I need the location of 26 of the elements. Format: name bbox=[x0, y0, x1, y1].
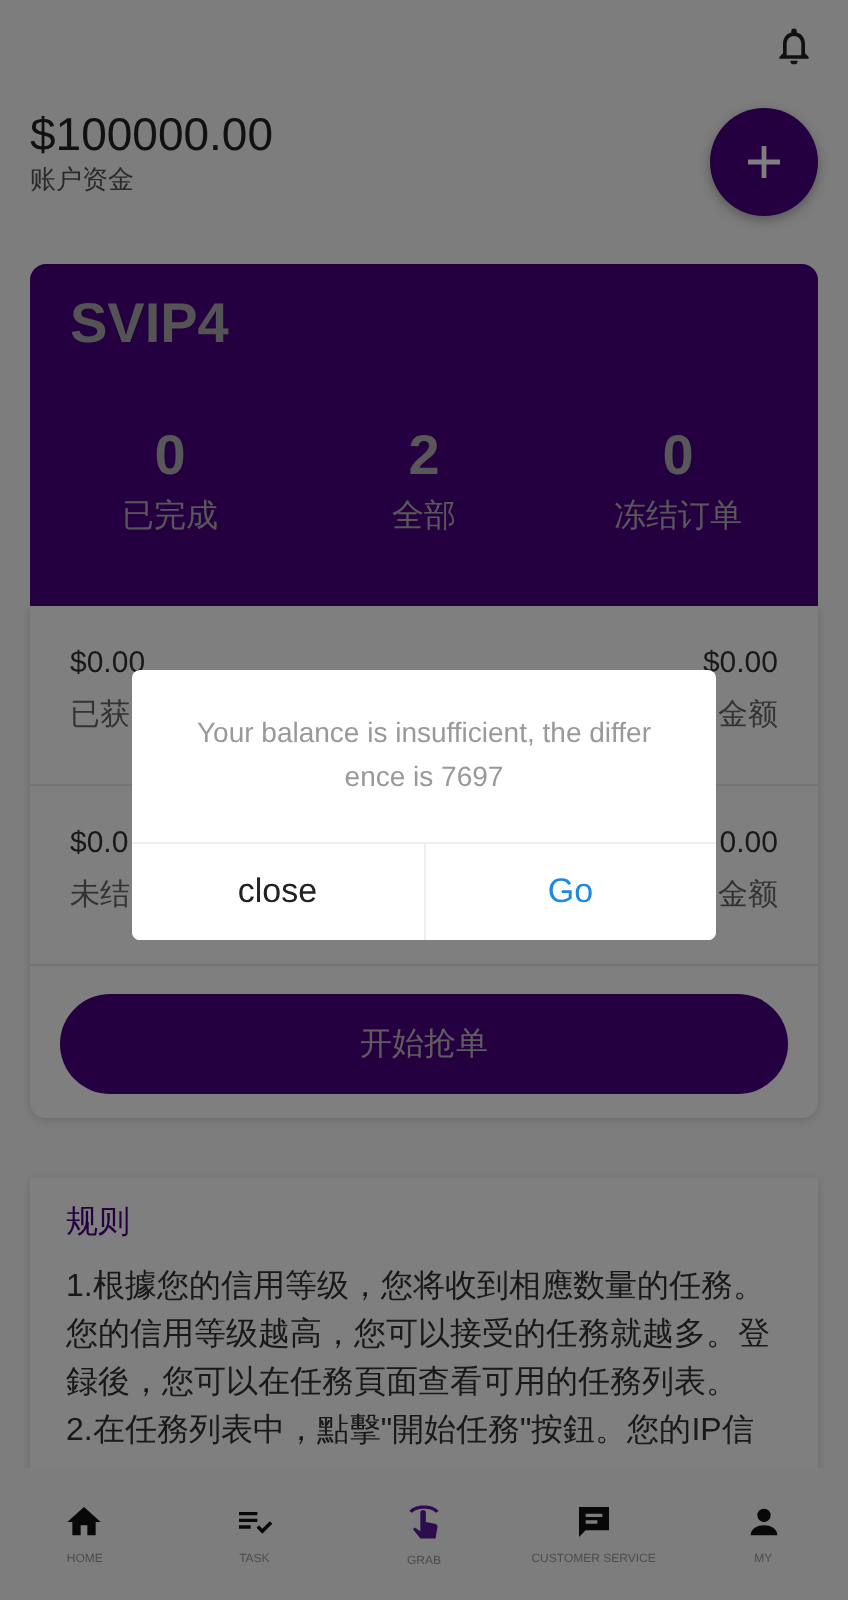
add-button[interactable] bbox=[710, 108, 818, 216]
plus-icon bbox=[744, 142, 784, 182]
amount-value: $0.00 bbox=[70, 646, 146, 680]
amount-label: 金额 bbox=[718, 876, 778, 914]
dialog-message: Your balance is insufficient, the differ ence is 7697 bbox=[194, 714, 653, 796]
stat-value: 2 bbox=[408, 424, 440, 488]
go-button[interactable]: Go bbox=[423, 844, 716, 940]
amount-label: 已获 bbox=[70, 696, 130, 734]
rules-paragraph: 2.在任務列表中，點擊"開始任務"按鈕。您的IP信 bbox=[66, 1411, 756, 1452]
amount-value: 0.00 bbox=[719, 826, 778, 860]
amount-label: 金额 bbox=[718, 696, 778, 734]
vip-level: SVIP4 bbox=[70, 292, 229, 356]
amount-value: $0.0 bbox=[70, 826, 129, 860]
amount-value: $0.00 bbox=[702, 646, 778, 680]
stat-label: 已完成 bbox=[122, 497, 218, 538]
rules-title: 规则 bbox=[66, 1204, 130, 1244]
rules-paragraph: 1.根據您的信用等级，您将收到相應数量的任務。您的信用等级越高，您可以接受的任務就越多。登録後，您可以在任務頁面查看可用的任務列表。 bbox=[66, 1267, 772, 1404]
balance-amount: $100000.00 bbox=[30, 108, 274, 162]
chat-icon bbox=[573, 1502, 614, 1542]
stat-label: 冻结订单 bbox=[614, 497, 742, 538]
balance-label: 账户资金 bbox=[30, 162, 136, 198]
start-grab-button[interactable]: 开始抢单 bbox=[60, 994, 788, 1094]
stat-value: 0 bbox=[662, 424, 694, 488]
stat-value: 0 bbox=[154, 424, 186, 488]
stat-label: 全部 bbox=[392, 497, 456, 538]
amount-label: 未结 bbox=[70, 876, 130, 914]
